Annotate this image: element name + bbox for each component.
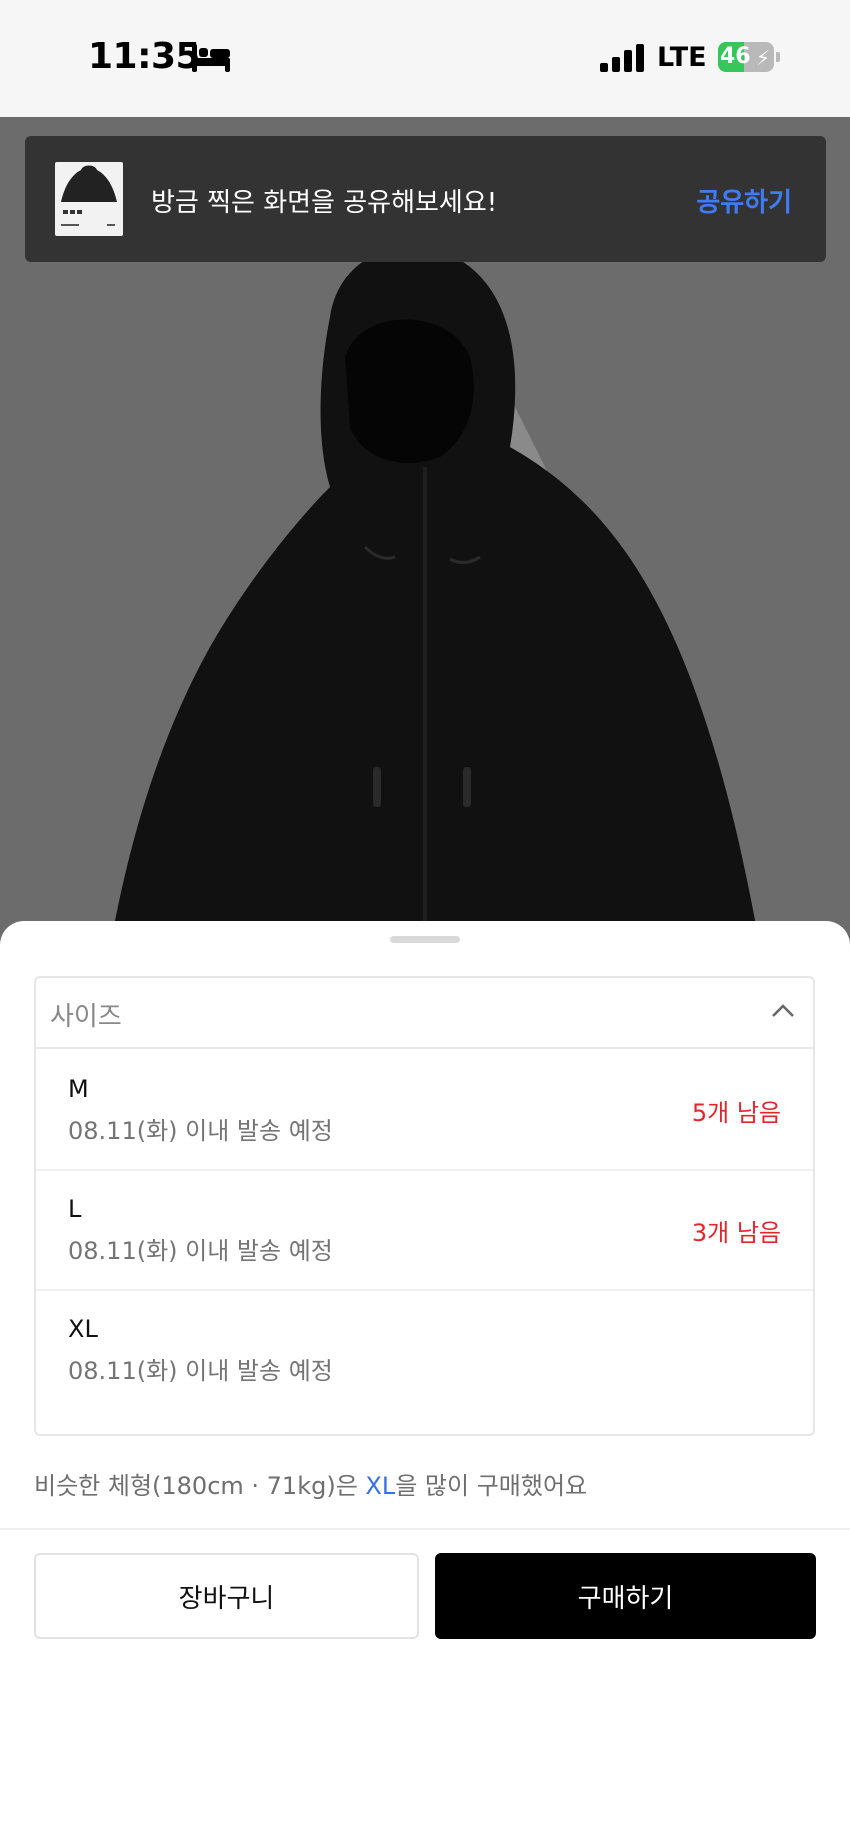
size-dropdown: 사이즈 M 08.11(화) 이내 발송 예정 5개 남음 L 08.11(화)…	[34, 976, 815, 1436]
size-dropdown-header[interactable]: 사이즈	[36, 978, 813, 1049]
network-type: LTE	[657, 42, 707, 73]
add-to-cart-button[interactable]: 장바구니	[34, 1553, 419, 1639]
size-option-xl[interactable]: XL 08.11(화) 이내 발송 예정	[36, 1289, 813, 1409]
bed-icon	[192, 44, 230, 72]
size-name: XL	[68, 1315, 98, 1343]
bolt-icon: ⚡	[756, 46, 771, 70]
jacket-thumbnail-icon	[61, 165, 117, 226]
share-button[interactable]: 공유하기	[696, 182, 792, 219]
signal-icon	[600, 44, 644, 72]
status-time: 11:35	[88, 36, 201, 77]
purchase-bottom-sheet: 사이즈 M 08.11(화) 이내 발송 예정 5개 남음 L 08.11(화)…	[0, 921, 850, 1842]
buy-now-button[interactable]: 구매하기	[435, 1553, 816, 1639]
battery-level: 46	[720, 44, 751, 69]
size-option-m[interactable]: M 08.11(화) 이내 발송 예정 5개 남음	[36, 1049, 813, 1171]
size-dropdown-label: 사이즈	[50, 1002, 122, 1032]
stock-remaining: 5개 남음	[691, 1099, 781, 1127]
status-bar: 11:35 LTE 46 ⚡	[0, 0, 850, 117]
stock-remaining: 3개 남음	[691, 1219, 781, 1247]
size-name: L	[68, 1195, 82, 1223]
recommendation-prefix: 비슷한 체형(180cm · 71kg)은	[34, 1472, 366, 1500]
recommendation-suffix: 을 많이 구매했어요	[395, 1472, 588, 1500]
size-name: M	[68, 1075, 89, 1103]
size-recommendation: 비슷한 체형(180cm · 71kg)은 XL을 많이 구매했어요	[34, 1466, 587, 1501]
size-option-l[interactable]: L 08.11(화) 이내 발송 예정 3개 남음	[36, 1169, 813, 1291]
share-banner: 방금 찍은 화면을 공유해보세요! 공유하기	[25, 136, 826, 262]
divider	[0, 1528, 850, 1530]
shipping-estimate: 08.11(화) 이내 발송 예정	[68, 1117, 333, 1145]
recommended-size: XL	[365, 1472, 396, 1500]
chevron-up-icon	[772, 1004, 794, 1017]
battery-charging-icon: 46 ⚡	[718, 42, 782, 72]
shipping-estimate: 08.11(화) 이내 발송 예정	[68, 1237, 333, 1265]
screenshot-thumbnail[interactable]	[55, 162, 123, 236]
shipping-estimate: 08.11(화) 이내 발송 예정	[68, 1357, 333, 1385]
sheet-drag-handle[interactable]	[390, 936, 460, 943]
share-message: 방금 찍은 화면을 공유해보세요!	[151, 188, 498, 218]
